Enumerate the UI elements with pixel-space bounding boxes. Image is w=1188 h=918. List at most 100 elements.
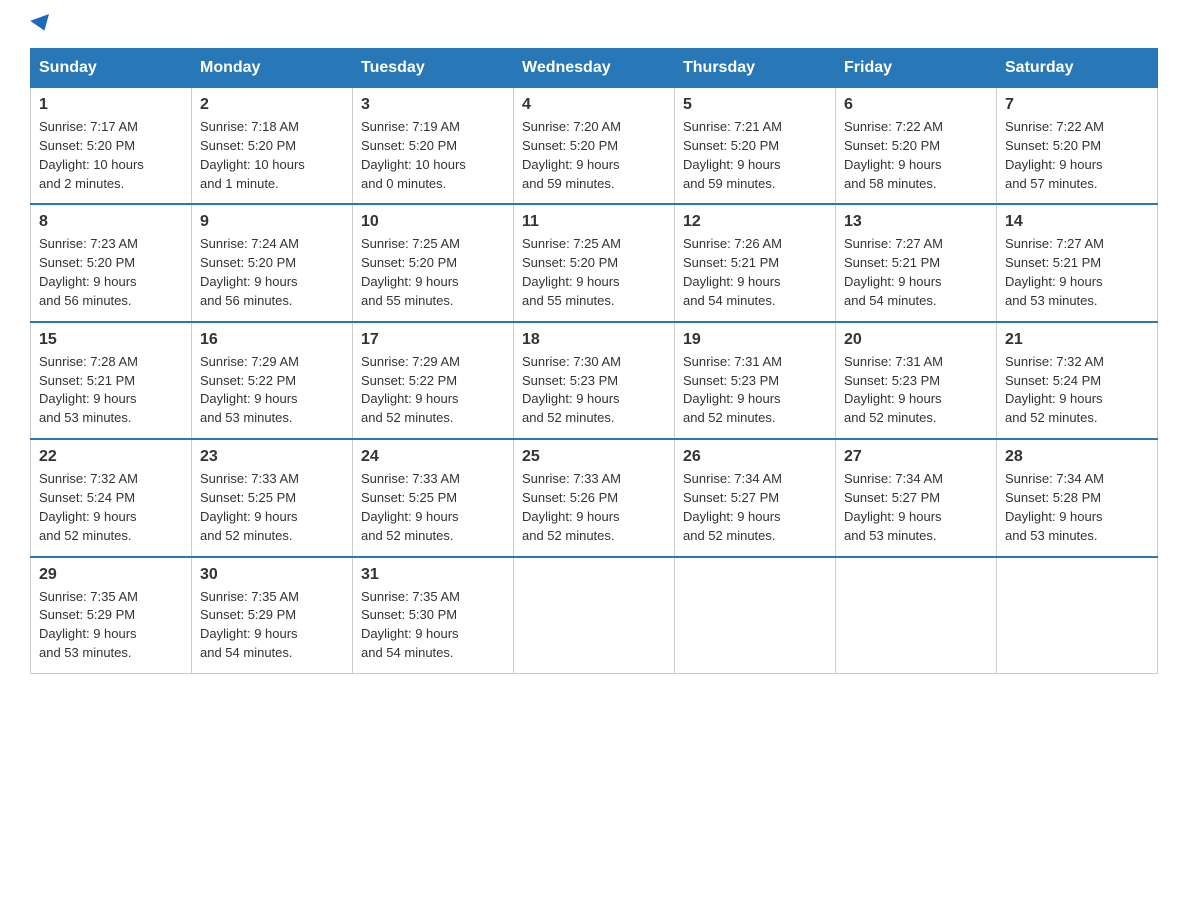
day-number: 17 <box>361 331 505 349</box>
header-row: SundayMondayTuesdayWednesdayThursdayFrid… <box>31 49 1158 88</box>
table-row: 29 Sunrise: 7:35 AMSunset: 5:29 PMDayligh… <box>31 557 192 674</box>
table-row <box>997 557 1158 674</box>
table-row: 3 Sunrise: 7:19 AMSunset: 5:20 PMDaylight… <box>353 88 514 205</box>
day-info: Sunrise: 7:27 AMSunset: 5:21 PMDaylight:… <box>844 235 988 310</box>
day-info: Sunrise: 7:35 AMSunset: 5:29 PMDaylight:… <box>200 588 344 663</box>
table-row <box>836 557 997 674</box>
day-info: Sunrise: 7:22 AMSunset: 5:20 PMDaylight:… <box>1005 118 1149 193</box>
week-row-1: 1 Sunrise: 7:17 AMSunset: 5:20 PMDaylight… <box>31 88 1158 205</box>
day-number: 20 <box>844 331 988 349</box>
logo-triangle-icon <box>30 14 54 34</box>
table-row: 19 Sunrise: 7:31 AMSunset: 5:23 PMDayligh… <box>675 322 836 439</box>
day-info: Sunrise: 7:29 AMSunset: 5:22 PMDaylight:… <box>200 353 344 428</box>
day-number: 25 <box>522 448 666 466</box>
day-number: 22 <box>39 448 183 466</box>
logo <box>30 20 52 30</box>
day-number: 24 <box>361 448 505 466</box>
table-row: 11 Sunrise: 7:25 AMSunset: 5:20 PMDayligh… <box>514 204 675 321</box>
table-row: 22 Sunrise: 7:32 AMSunset: 5:24 PMDayligh… <box>31 439 192 556</box>
day-number: 1 <box>39 96 183 114</box>
day-number: 18 <box>522 331 666 349</box>
col-header-friday: Friday <box>836 49 997 88</box>
table-row <box>675 557 836 674</box>
day-number: 23 <box>200 448 344 466</box>
day-number: 29 <box>39 566 183 584</box>
day-number: 27 <box>844 448 988 466</box>
day-info: Sunrise: 7:27 AMSunset: 5:21 PMDaylight:… <box>1005 235 1149 310</box>
day-number: 4 <box>522 96 666 114</box>
table-row: 5 Sunrise: 7:21 AMSunset: 5:20 PMDaylight… <box>675 88 836 205</box>
col-header-wednesday: Wednesday <box>514 49 675 88</box>
day-number: 16 <box>200 331 344 349</box>
table-row: 15 Sunrise: 7:28 AMSunset: 5:21 PMDayligh… <box>31 322 192 439</box>
table-row: 28 Sunrise: 7:34 AMSunset: 5:28 PMDayligh… <box>997 439 1158 556</box>
col-header-tuesday: Tuesday <box>353 49 514 88</box>
day-info: Sunrise: 7:31 AMSunset: 5:23 PMDaylight:… <box>844 353 988 428</box>
col-header-saturday: Saturday <box>997 49 1158 88</box>
table-row: 18 Sunrise: 7:30 AMSunset: 5:23 PMDayligh… <box>514 322 675 439</box>
day-number: 30 <box>200 566 344 584</box>
day-info: Sunrise: 7:33 AMSunset: 5:26 PMDaylight:… <box>522 470 666 545</box>
day-number: 3 <box>361 96 505 114</box>
day-info: Sunrise: 7:33 AMSunset: 5:25 PMDaylight:… <box>200 470 344 545</box>
table-row: 6Sunrise: 7:22 AMSunset: 5:20 PMDaylight… <box>836 88 997 205</box>
day-info: Sunrise: 7:33 AMSunset: 5:25 PMDaylight:… <box>361 470 505 545</box>
day-number: 6 <box>844 96 988 114</box>
table-row: 30 Sunrise: 7:35 AMSunset: 5:29 PMDayligh… <box>192 557 353 674</box>
table-row: 20 Sunrise: 7:31 AMSunset: 5:23 PMDayligh… <box>836 322 997 439</box>
day-info: Sunrise: 7:25 AMSunset: 5:20 PMDaylight:… <box>361 235 505 310</box>
day-info: Sunrise: 7:31 AMSunset: 5:23 PMDaylight:… <box>683 353 827 428</box>
day-info: Sunrise: 7:24 AMSunset: 5:20 PMDaylight:… <box>200 235 344 310</box>
table-row: 16 Sunrise: 7:29 AMSunset: 5:22 PMDayligh… <box>192 322 353 439</box>
week-row-5: 29 Sunrise: 7:35 AMSunset: 5:29 PMDayligh… <box>31 557 1158 674</box>
day-info: Sunrise: 7:34 AMSunset: 5:27 PMDaylight:… <box>844 470 988 545</box>
day-info: Sunrise: 7:21 AMSunset: 5:20 PMDaylight:… <box>683 118 827 193</box>
day-info: Sunrise: 7:18 AMSunset: 5:20 PMDaylight:… <box>200 118 344 193</box>
day-info: Sunrise: 7:19 AMSunset: 5:20 PMDaylight:… <box>361 118 505 193</box>
day-info: Sunrise: 7:32 AMSunset: 5:24 PMDaylight:… <box>1005 353 1149 428</box>
day-info: Sunrise: 7:35 AMSunset: 5:29 PMDaylight:… <box>39 588 183 663</box>
table-row: 2 Sunrise: 7:18 AMSunset: 5:20 PMDaylight… <box>192 88 353 205</box>
table-row: 17Sunrise: 7:29 AMSunset: 5:22 PMDayligh… <box>353 322 514 439</box>
col-header-thursday: Thursday <box>675 49 836 88</box>
day-info: Sunrise: 7:34 AMSunset: 5:27 PMDaylight:… <box>683 470 827 545</box>
day-info: Sunrise: 7:17 AMSunset: 5:20 PMDaylight:… <box>39 118 183 193</box>
table-row: 4Sunrise: 7:20 AMSunset: 5:20 PMDaylight… <box>514 88 675 205</box>
day-info: Sunrise: 7:30 AMSunset: 5:23 PMDaylight:… <box>522 353 666 428</box>
col-header-sunday: Sunday <box>31 49 192 88</box>
calendar-table: SundayMondayTuesdayWednesdayThursdayFrid… <box>30 48 1158 674</box>
day-info: Sunrise: 7:28 AMSunset: 5:21 PMDaylight:… <box>39 353 183 428</box>
day-number: 26 <box>683 448 827 466</box>
table-row: 31 Sunrise: 7:35 AMSunset: 5:30 PMDayligh… <box>353 557 514 674</box>
day-number: 28 <box>1005 448 1149 466</box>
table-row: 10Sunrise: 7:25 AMSunset: 5:20 PMDayligh… <box>353 204 514 321</box>
table-row: 8Sunrise: 7:23 AMSunset: 5:20 PMDaylight… <box>31 204 192 321</box>
day-info: Sunrise: 7:25 AMSunset: 5:20 PMDaylight:… <box>522 235 666 310</box>
table-row: 27 Sunrise: 7:34 AMSunset: 5:27 PMDayligh… <box>836 439 997 556</box>
day-number: 2 <box>200 96 344 114</box>
day-number: 11 <box>522 213 666 231</box>
day-number: 21 <box>1005 331 1149 349</box>
table-row: 14Sunrise: 7:27 AMSunset: 5:21 PMDayligh… <box>997 204 1158 321</box>
day-info: Sunrise: 7:32 AMSunset: 5:24 PMDaylight:… <box>39 470 183 545</box>
table-row <box>514 557 675 674</box>
day-number: 9 <box>200 213 344 231</box>
day-number: 19 <box>683 331 827 349</box>
table-row: 13 Sunrise: 7:27 AMSunset: 5:21 PMDayligh… <box>836 204 997 321</box>
day-info: Sunrise: 7:35 AMSunset: 5:30 PMDaylight:… <box>361 588 505 663</box>
day-number: 12 <box>683 213 827 231</box>
day-number: 13 <box>844 213 988 231</box>
table-row: 7Sunrise: 7:22 AMSunset: 5:20 PMDaylight… <box>997 88 1158 205</box>
table-row: 24 Sunrise: 7:33 AMSunset: 5:25 PMDayligh… <box>353 439 514 556</box>
day-info: Sunrise: 7:34 AMSunset: 5:28 PMDaylight:… <box>1005 470 1149 545</box>
day-number: 31 <box>361 566 505 584</box>
week-row-2: 8Sunrise: 7:23 AMSunset: 5:20 PMDaylight… <box>31 204 1158 321</box>
day-number: 15 <box>39 331 183 349</box>
day-info: Sunrise: 7:23 AMSunset: 5:20 PMDaylight:… <box>39 235 183 310</box>
week-row-4: 22 Sunrise: 7:32 AMSunset: 5:24 PMDayligh… <box>31 439 1158 556</box>
week-row-3: 15 Sunrise: 7:28 AMSunset: 5:21 PMDayligh… <box>31 322 1158 439</box>
table-row: 25 Sunrise: 7:33 AMSunset: 5:26 PMDayligh… <box>514 439 675 556</box>
day-number: 5 <box>683 96 827 114</box>
table-row: 1 Sunrise: 7:17 AMSunset: 5:20 PMDaylight… <box>31 88 192 205</box>
day-info: Sunrise: 7:26 AMSunset: 5:21 PMDaylight:… <box>683 235 827 310</box>
